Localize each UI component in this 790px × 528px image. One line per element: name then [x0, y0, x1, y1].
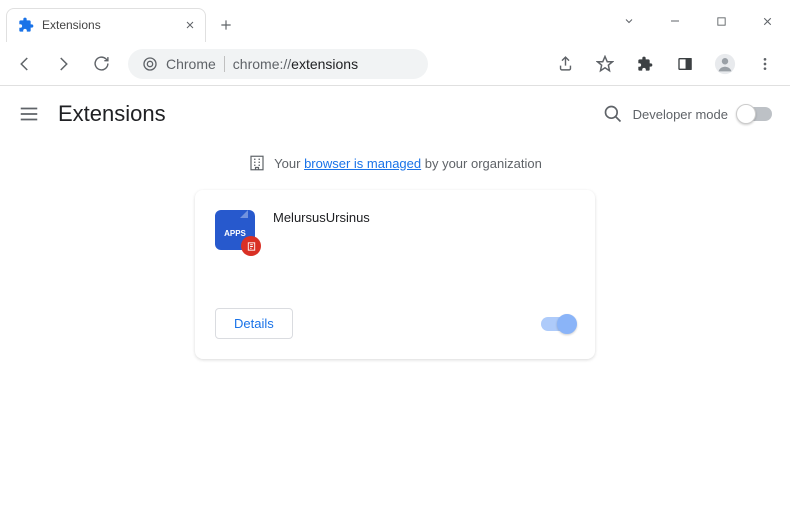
managed-text: Your browser is managed by your organiza…	[274, 156, 542, 171]
window-controls	[606, 6, 790, 36]
developer-mode-toggle[interactable]	[738, 107, 772, 121]
window-titlebar: Extensions	[0, 0, 790, 42]
managed-banner: Your browser is managed by your organiza…	[0, 142, 790, 190]
bookmark-button[interactable]	[588, 47, 622, 81]
search-icon[interactable]	[603, 104, 623, 124]
omnibox-divider	[224, 56, 225, 72]
browser-toolbar: Chrome chrome://extensions	[0, 42, 790, 86]
extensions-button[interactable]	[628, 47, 662, 81]
hamburger-menu-icon[interactable]	[18, 103, 40, 125]
omnibox-url-prefix: chrome://	[233, 56, 291, 72]
details-button[interactable]: Details	[215, 308, 293, 339]
extension-card: APPS MelursusUrsinus Details	[195, 190, 595, 359]
close-window-button[interactable]	[744, 6, 790, 36]
browser-tab[interactable]: Extensions	[6, 8, 206, 42]
share-button[interactable]	[548, 47, 582, 81]
reload-button[interactable]	[84, 47, 118, 81]
forward-button[interactable]	[46, 47, 80, 81]
maximize-button[interactable]	[698, 6, 744, 36]
omnibox-url-path: extensions	[291, 56, 358, 72]
extension-enable-toggle[interactable]	[541, 317, 575, 331]
page-title: Extensions	[58, 101, 166, 127]
extensions-header: Extensions Developer mode	[0, 86, 790, 142]
profile-button[interactable]	[708, 47, 742, 81]
tab-title: Extensions	[42, 18, 101, 32]
new-tab-button[interactable]	[212, 11, 240, 39]
extension-name: MelursusUrsinus	[273, 210, 370, 300]
address-bar[interactable]: Chrome chrome://extensions	[128, 49, 428, 79]
managed-link[interactable]: browser is managed	[304, 156, 421, 171]
side-panel-button[interactable]	[668, 47, 702, 81]
building-icon	[248, 154, 266, 172]
policy-badge-icon	[241, 236, 261, 256]
omnibox-scheme: Chrome	[166, 56, 216, 72]
minimize-button[interactable]	[652, 6, 698, 36]
developer-mode-label: Developer mode	[633, 107, 728, 122]
close-tab-icon[interactable]	[184, 19, 196, 31]
site-info-icon[interactable]	[142, 56, 158, 72]
chrome-menu-button[interactable]	[748, 47, 782, 81]
back-button[interactable]	[8, 47, 42, 81]
puzzle-icon	[18, 17, 34, 33]
extension-icon-label: APPS	[224, 229, 246, 238]
extension-icon: APPS	[215, 210, 255, 250]
dropdown-icon[interactable]	[606, 6, 652, 36]
extensions-grid: APPS MelursusUrsinus Details	[0, 190, 790, 359]
